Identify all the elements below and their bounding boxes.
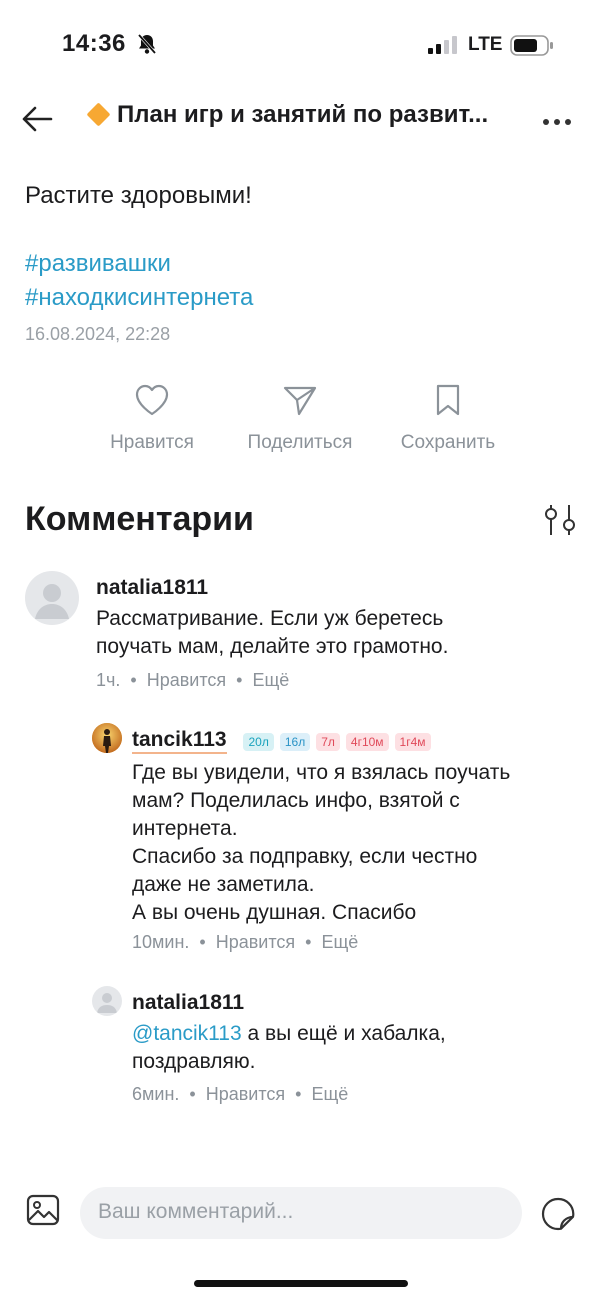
child-age-badge: 16л	[279, 732, 311, 751]
comment-username[interactable]: natalia1811	[96, 576, 208, 600]
child-age-badge: 1г4м	[394, 732, 431, 751]
comment-more-button[interactable]: Ещё	[252, 670, 289, 690]
comment-meta: 6мин. • Нравится • Ещё	[132, 1084, 349, 1104]
comment-username[interactable]: natalia1811	[132, 991, 244, 1015]
comment-time: 6мин.	[132, 1084, 180, 1104]
comment-like-button[interactable]: Нравится	[206, 1084, 285, 1104]
send-icon	[283, 386, 317, 416]
battery-icon	[510, 35, 554, 62]
child-age-badge: 7л	[316, 732, 340, 751]
diamond-icon	[86, 102, 111, 127]
comment-text-line: А вы очень душная. Спасибо	[132, 901, 417, 924]
avatar[interactable]	[92, 986, 122, 1016]
attach-image-icon[interactable]	[26, 1193, 60, 1232]
avatar[interactable]	[92, 723, 122, 753]
hashtag-link[interactable]: #находкисинтернета	[25, 284, 253, 312]
bookmark-icon	[436, 384, 460, 416]
comment-text-line: даже не заметила.	[132, 873, 315, 896]
child-age-badge: 20л	[243, 732, 274, 751]
comment-text-line: Спасибо за подправку, если честно	[132, 845, 478, 868]
back-button[interactable]	[20, 102, 54, 141]
comment-text-fragment: а вы ещё и хабалка,	[241, 1022, 446, 1045]
comment-more-button[interactable]: Ещё	[311, 1084, 348, 1104]
comment-like-button[interactable]: Нравится	[147, 670, 226, 690]
comment-more-button[interactable]: Ещё	[321, 932, 358, 952]
page-title: План игр и занятий по развит...	[86, 101, 526, 129]
filter-settings-icon[interactable]	[542, 503, 578, 542]
comment-header: tancik113 20л 16л 7л 4г10м 1г4м	[132, 728, 437, 754]
comment-meta: 1ч. • Нравится • Ещё	[96, 670, 290, 690]
comment-text-line: поучать мам, делайте это грамотно.	[96, 635, 449, 658]
save-button[interactable]: Сохранить	[388, 383, 508, 454]
share-label: Поделиться	[247, 432, 353, 453]
save-label: Сохранить	[400, 432, 496, 453]
more-options-button[interactable]	[543, 112, 576, 130]
comment-username[interactable]: tancik113	[132, 728, 227, 754]
signal-icon	[428, 35, 460, 60]
comment-time: 1ч.	[96, 670, 121, 690]
avatar[interactable]	[25, 571, 79, 625]
network-label: LTE	[468, 34, 503, 55]
comment-time: 10мин.	[132, 932, 190, 952]
comment-like-button[interactable]: Нравится	[216, 932, 295, 952]
comment-text-line: поздравляю.	[132, 1050, 256, 1073]
comment-text: Где вы увидели, что я взялась поучать ма…	[132, 759, 510, 927]
hashtag-link[interactable]: #развивашки	[25, 250, 171, 278]
comment-text-line: Рассматривание. Если уж беретесь	[96, 607, 444, 630]
comment-meta: 10мин. • Нравится • Ещё	[132, 932, 359, 952]
sticker-icon[interactable]	[540, 1196, 576, 1237]
child-age-badge: 4г10м	[345, 732, 389, 751]
comment-text-line: Где вы увидели, что я взялась поучать	[132, 761, 511, 784]
like-label: Нравится	[110, 432, 194, 453]
post-text: Растите здоровыми!	[25, 182, 252, 209]
mention-link[interactable]: @tancik113	[132, 1022, 242, 1045]
comment-text-line: интернета.	[132, 817, 238, 840]
comments-heading: Комментарии	[25, 500, 254, 538]
bell-muted-icon	[136, 33, 158, 60]
comment-text: Рассматривание. Если уж беретесь поучать…	[96, 605, 448, 661]
comment-text: @tancik113 а вы ещё и хабалка, поздравля…	[132, 1020, 446, 1076]
page-title-text: План игр и занятий по развит...	[117, 101, 489, 128]
comment-input-placeholder: Ваш комментарий...	[98, 1200, 294, 1223]
share-button[interactable]: Поделиться	[240, 383, 360, 454]
comment-text-line: @tancik113 а вы ещё и хабалка,	[132, 1020, 446, 1048]
heart-icon	[135, 384, 169, 416]
like-button[interactable]: Нравится	[92, 383, 212, 454]
post-date: 16.08.2024, 22:28	[25, 324, 171, 344]
home-indicator	[194, 1280, 408, 1287]
status-time: 14:36	[62, 30, 126, 57]
comment-text-line: мам? Поделилась инфо, взятой с	[132, 789, 460, 812]
